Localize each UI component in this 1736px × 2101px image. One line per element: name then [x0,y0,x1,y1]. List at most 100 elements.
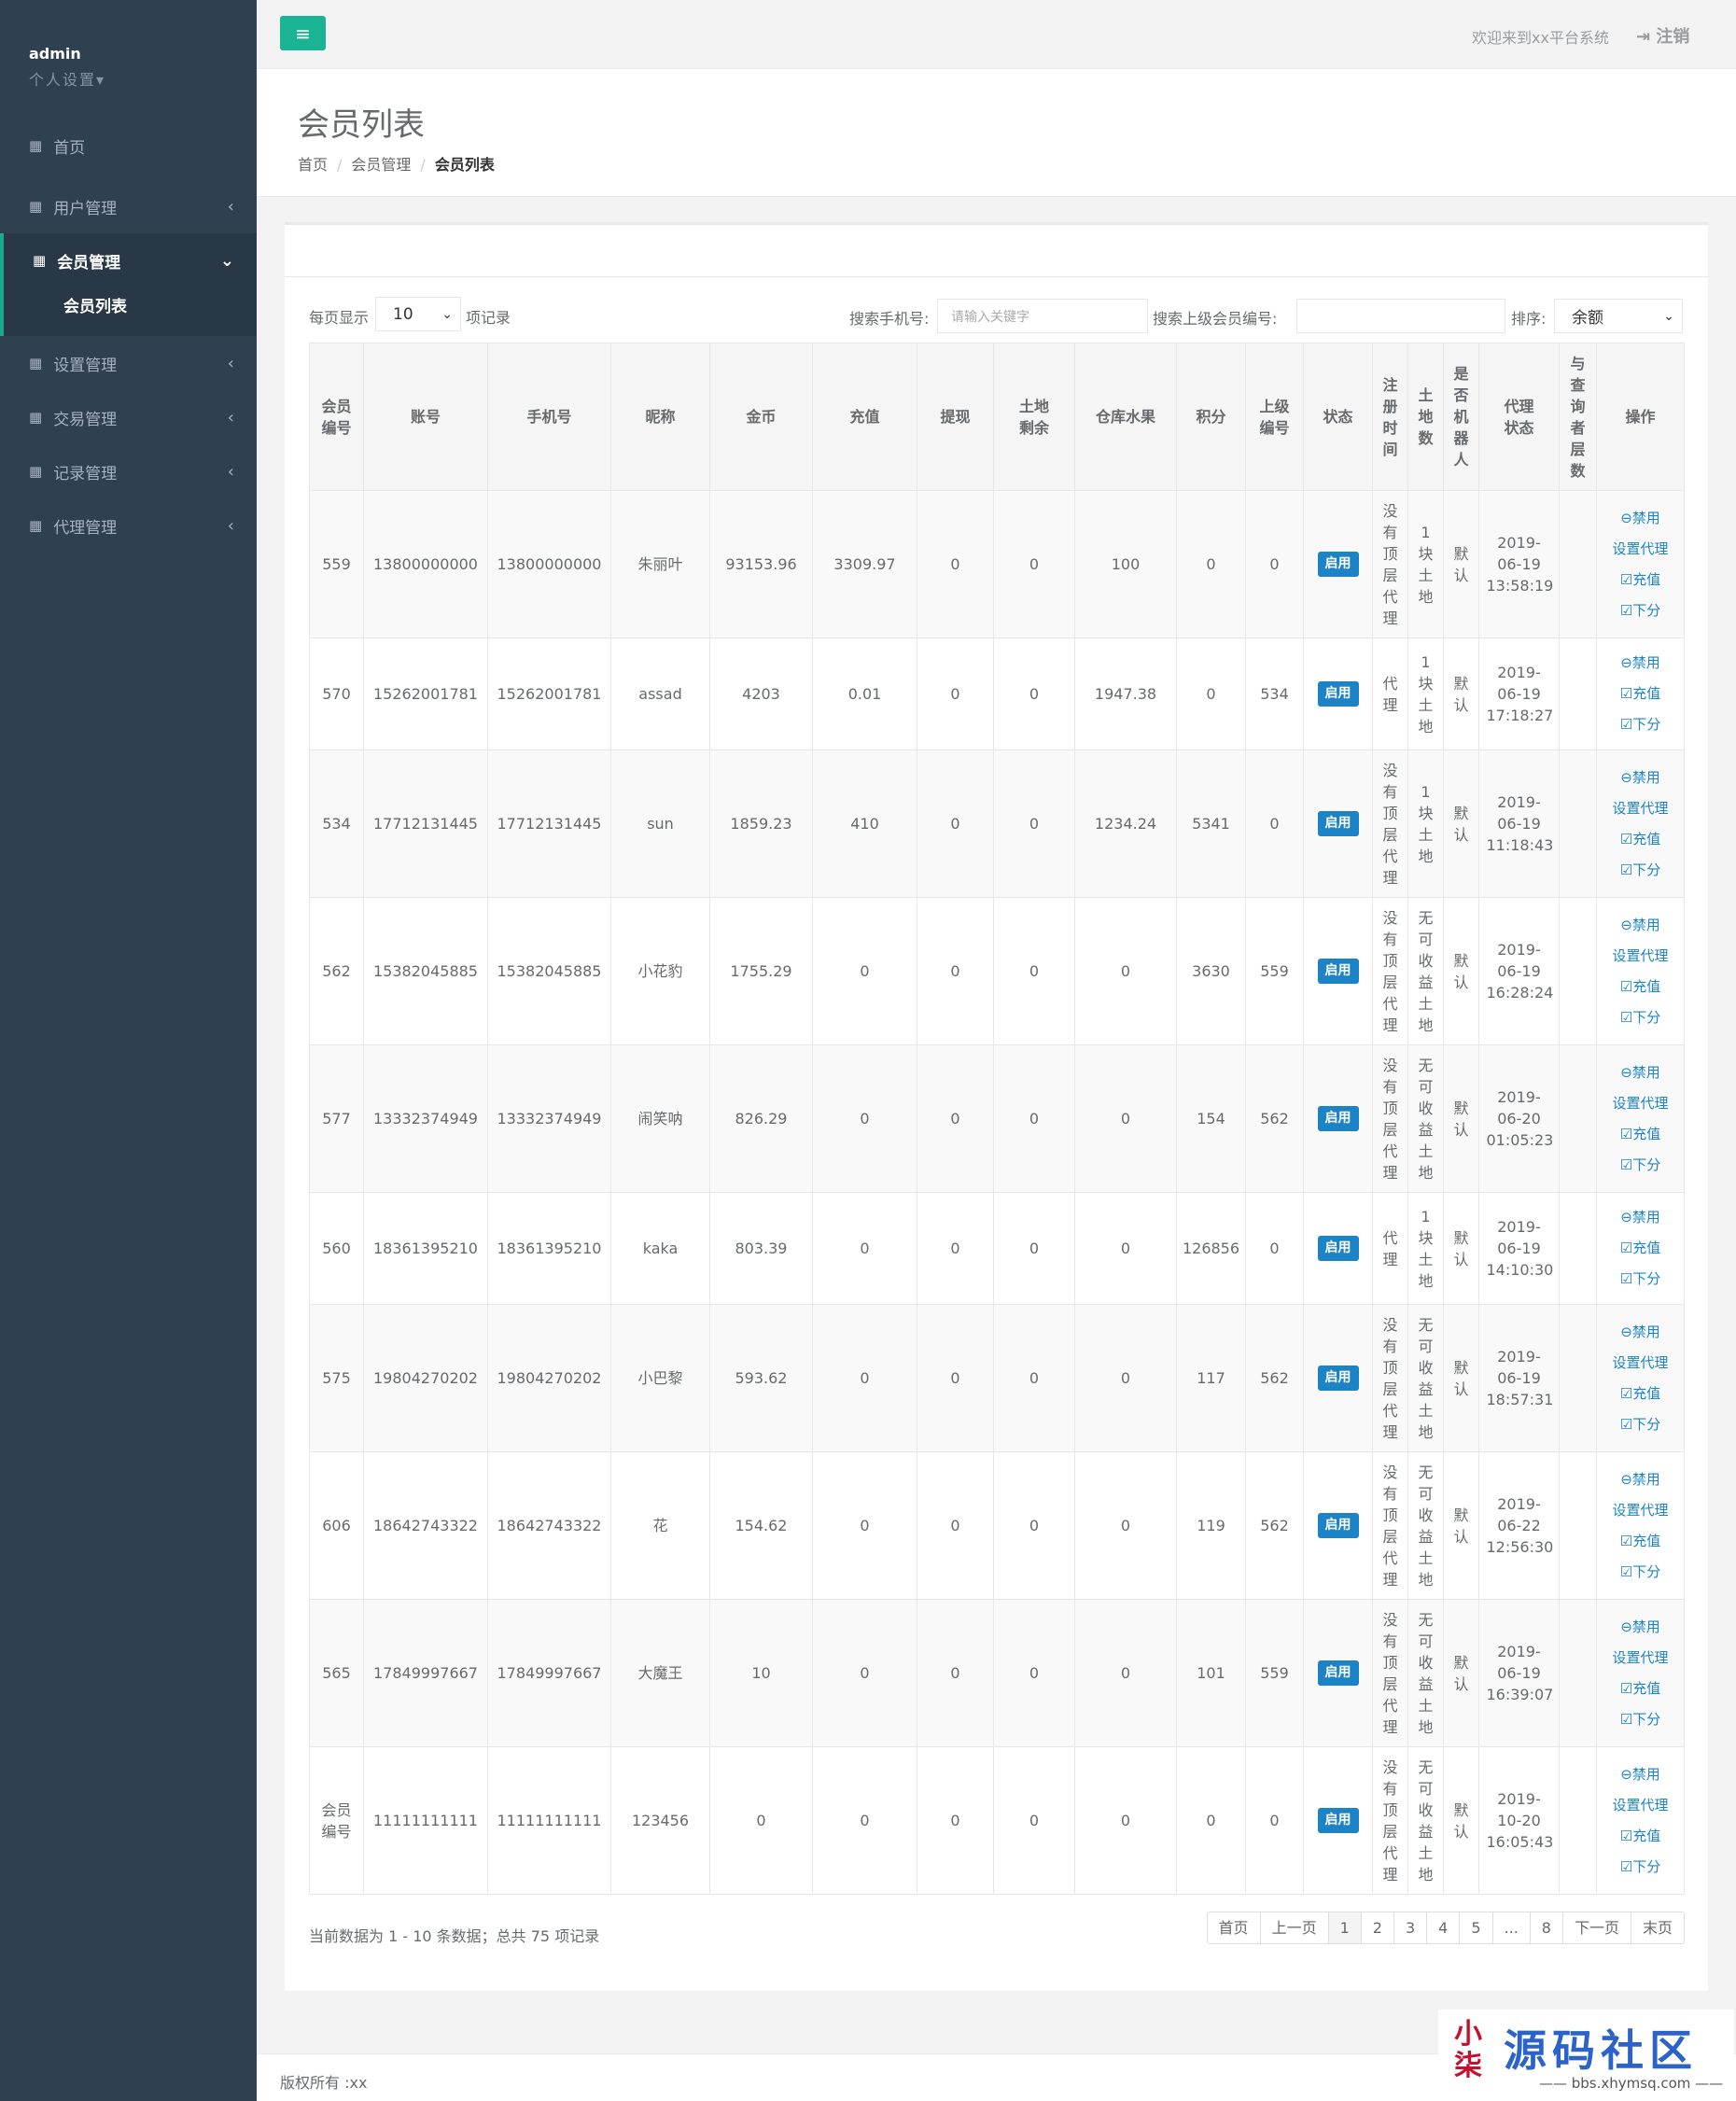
disable-button[interactable]: ⊖禁用 [1597,1612,1684,1643]
status-badge[interactable]: 启用 [1317,1366,1359,1391]
sidebar-subitem-member-list[interactable]: 会员列表 [0,287,257,336]
set-agent-button[interactable]: 设置代理 [1597,941,1684,972]
page-link[interactable]: 3 [1393,1912,1426,1943]
withdraw-button[interactable]: ☑下分 [1597,1409,1684,1440]
withdraw-button[interactable]: ☑下分 [1597,595,1684,626]
page-link[interactable]: 4 [1426,1912,1459,1943]
search-phone-input[interactable]: 请输入关键字 [937,299,1148,333]
disable-button[interactable]: ⊖禁用 [1597,1058,1684,1088]
disable-button[interactable]: ⊖禁用 [1597,763,1684,793]
disable-button[interactable]: ⊖禁用 [1597,1202,1684,1233]
column-header[interactable]: 金币 [709,343,813,491]
page-link[interactable]: 2 [1360,1912,1393,1943]
sidebar-item-label: 设置管理 [53,356,118,375]
per-page-select[interactable]: 10 ⌄ [375,297,461,331]
status-badge[interactable]: 启用 [1317,1236,1359,1261]
cell-account: 18642743322 [363,1451,488,1600]
disable-button[interactable]: ⊖禁用 [1597,1464,1684,1495]
column-header[interactable]: 状态 [1303,343,1373,491]
sidebar-item-users[interactable]: ▦ 用户管理 ‹ [0,179,257,233]
disable-button[interactable]: ⊖禁用 [1597,1317,1684,1348]
column-header[interactable]: 昵称 [610,343,710,491]
set-agent-button[interactable]: 设置代理 [1597,1088,1684,1119]
column-header[interactable]: 会员编号 [309,343,364,491]
status-badge[interactable]: 启用 [1317,1513,1359,1538]
recharge-button[interactable]: ☑充值 [1597,972,1684,1002]
cell-land_left: 0 [993,637,1075,750]
set-agent-button[interactable]: 设置代理 [1597,1790,1684,1821]
sort-select[interactable]: 余额 ⌄ [1554,299,1683,333]
sidebar-item-agents[interactable]: ▦ 代理管理 ‹ [0,498,257,553]
sidebar-item-home[interactable]: ▦ 首页 [0,112,257,179]
page-link[interactable]: 5 [1459,1912,1491,1943]
page-link[interactable]: 1 [1327,1912,1361,1943]
page-link[interactable]: 上一页 [1259,1912,1328,1943]
withdraw-button[interactable]: ☑下分 [1597,709,1684,740]
set-agent-button[interactable]: 设置代理 [1597,1643,1684,1674]
sidebar-item-members[interactable]: ▦ 会员管理 ⌄ [0,233,257,287]
disable-button[interactable]: ⊖禁用 [1597,503,1684,534]
cell-value: 0 [1120,1812,1131,1829]
column-header[interactable]: 土地数 [1407,343,1444,491]
status-badge[interactable]: 启用 [1317,552,1359,577]
withdraw-button[interactable]: ☑下分 [1597,1002,1684,1033]
column-header[interactable]: 提现 [917,343,994,491]
recharge-button[interactable]: ☑充值 [1597,1233,1684,1264]
set-agent-button[interactable]: 设置代理 [1597,534,1684,565]
withdraw-button[interactable]: ☑下分 [1597,855,1684,886]
column-header[interactable]: 与查询者层数 [1559,343,1597,491]
breadcrumb-member-mgmt[interactable]: 会员管理 [351,156,411,174]
recharge-button[interactable]: ☑充值 [1597,1674,1684,1704]
recharge-button[interactable]: ☑充值 [1597,565,1684,595]
column-header[interactable]: 上级编号 [1245,343,1304,491]
column-header[interactable]: 手机号 [487,343,611,491]
withdraw-button[interactable]: ☑下分 [1597,1150,1684,1181]
set-agent-button[interactable]: 设置代理 [1597,1495,1684,1526]
status-badge[interactable]: 启用 [1317,1808,1359,1833]
column-header[interactable]: 账号 [363,343,488,491]
status-badge[interactable]: 启用 [1317,1660,1359,1686]
status-badge[interactable]: 启用 [1317,959,1359,984]
disable-button[interactable]: ⊖禁用 [1597,648,1684,679]
withdraw-button[interactable]: ☑下分 [1597,1264,1684,1295]
status-badge[interactable]: 启用 [1317,681,1359,707]
page-link[interactable]: ... [1491,1912,1530,1943]
withdraw-button[interactable]: ☑下分 [1597,1704,1684,1735]
set-agent-button[interactable]: 设置代理 [1597,793,1684,824]
recharge-button[interactable]: ☑充值 [1597,1119,1684,1150]
recharge-button[interactable]: ☑充值 [1597,824,1684,855]
set-agent-button[interactable]: 设置代理 [1597,1348,1684,1379]
withdraw-button[interactable]: ☑下分 [1597,1852,1684,1883]
column-header[interactable]: 土地剩余 [993,343,1075,491]
sidebar-item-settings[interactable]: ▦ 设置管理 ‹ [0,336,257,390]
recharge-button[interactable]: ☑充值 [1597,1821,1684,1852]
username[interactable]: admin [29,45,257,63]
menu-toggle-button[interactable]: ≡ [280,16,326,50]
disable-button[interactable]: ⊖禁用 [1597,910,1684,941]
logout-link[interactable]: ⇥ 注销 [1636,23,1689,48]
disable-button[interactable]: ⊖禁用 [1597,1759,1684,1790]
sidebar-item-records[interactable]: ▦ 记录管理 ‹ [0,444,257,498]
search-parent-input[interactable] [1296,299,1505,333]
recharge-button[interactable]: ☑充值 [1597,679,1684,709]
page-link[interactable]: 末页 [1630,1912,1684,1943]
status-badge[interactable]: 启用 [1317,1106,1359,1131]
recharge-button[interactable]: ☑充值 [1597,1526,1684,1557]
sidebar-item-trade[interactable]: ▦ 交易管理 ‹ [0,390,257,444]
profile-settings-toggle[interactable]: 个人设置▾ [29,67,257,90]
page-link[interactable]: 首页 [1208,1912,1260,1943]
column-header[interactable]: 是否机器人 [1443,343,1479,491]
column-header[interactable]: 充值 [812,343,917,491]
column-header[interactable]: 注册时间 [1372,343,1408,491]
column-header[interactable]: 代理状态 [1478,343,1560,491]
column-header[interactable]: 仓库水果 [1074,343,1177,491]
breadcrumb-home[interactable]: 首页 [298,156,328,174]
withdraw-button[interactable]: ☑下分 [1597,1557,1684,1588]
column-header[interactable]: 积分 [1176,343,1246,491]
recharge-button[interactable]: ☑充值 [1597,1379,1684,1409]
column-header[interactable]: 操作 [1596,343,1685,491]
cell-value: 没有顶层代理 [1382,1056,1398,1182]
status-badge[interactable]: 启用 [1317,811,1359,836]
page-link[interactable]: 下一页 [1561,1912,1631,1943]
page-link[interactable]: 8 [1529,1912,1562,1943]
